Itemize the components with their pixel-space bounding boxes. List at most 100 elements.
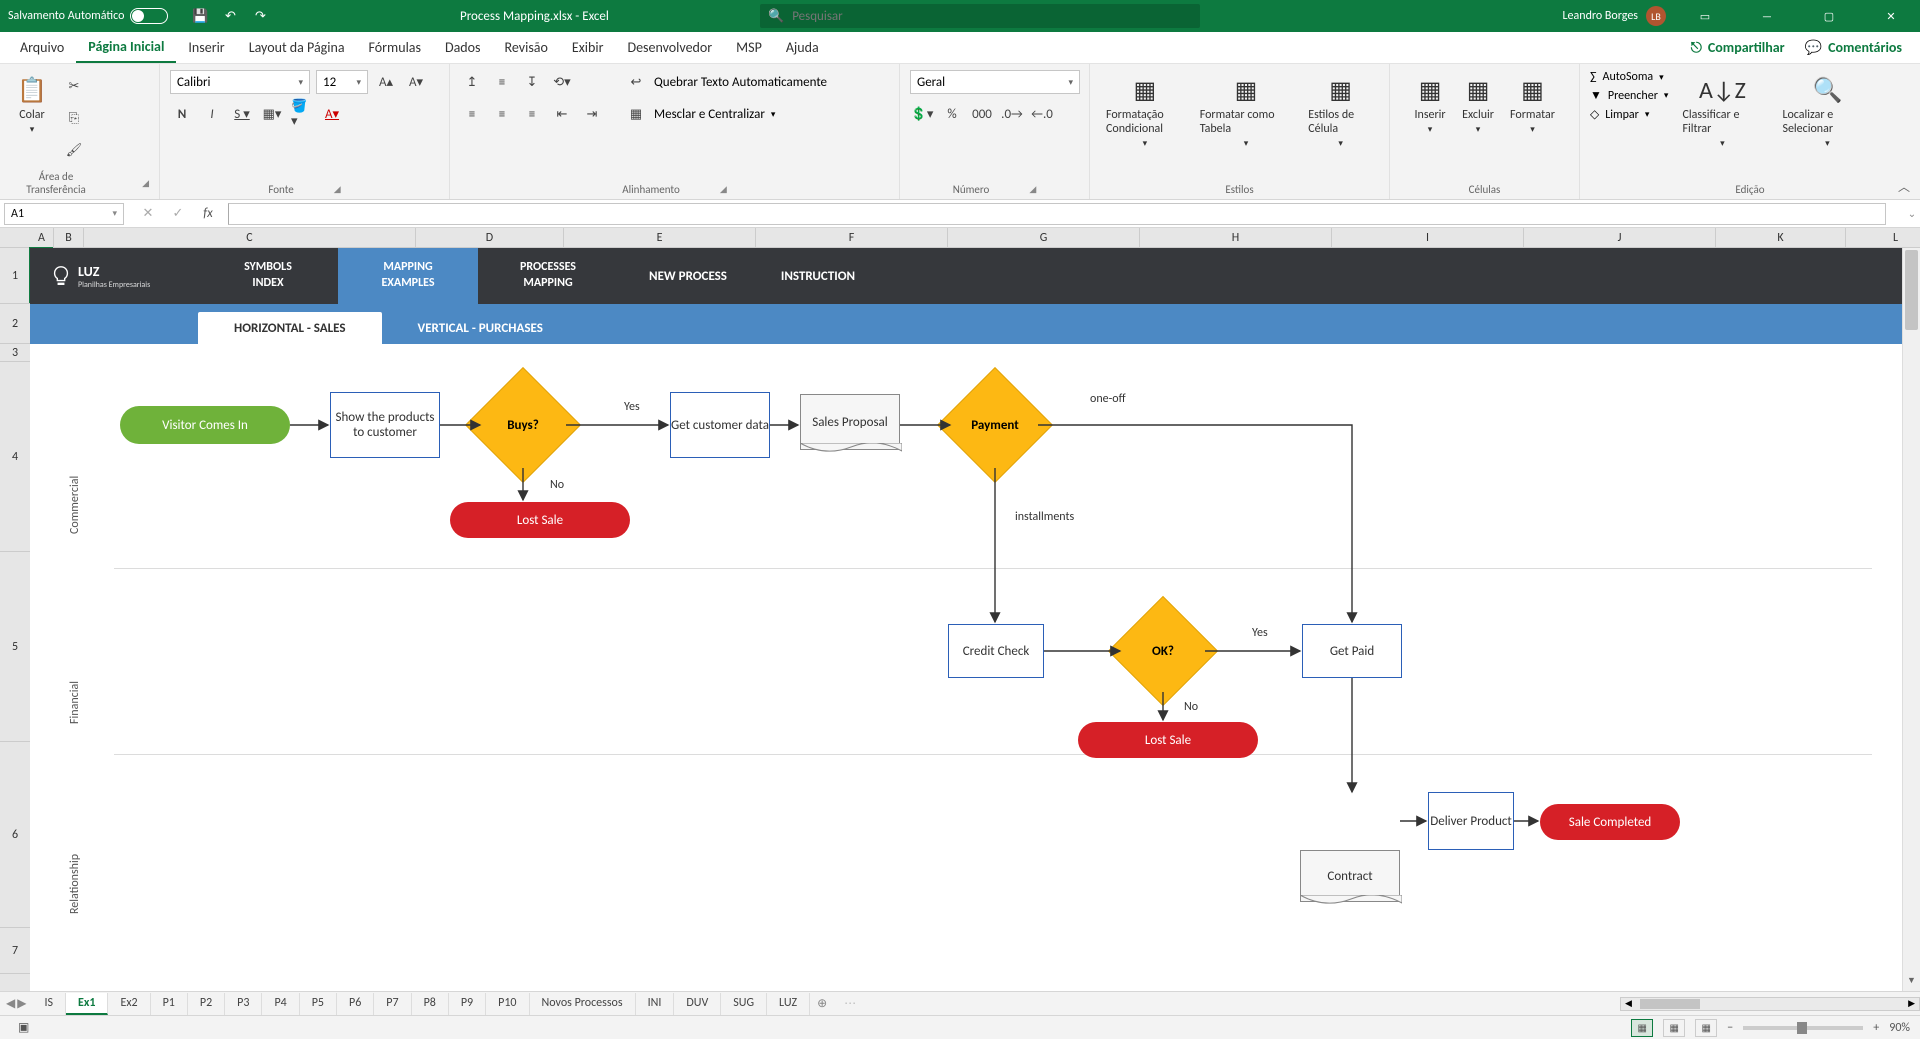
col-header-F[interactable]: F bbox=[756, 228, 948, 247]
dialog-launcher-icon[interactable]: ◢ bbox=[142, 178, 149, 189]
expand-formula-bar-icon[interactable]: ⌄ bbox=[1904, 207, 1920, 220]
italic-button[interactable]: I bbox=[200, 102, 224, 126]
nav-symbols-index[interactable]: SYMBOLSINDEX bbox=[198, 248, 338, 304]
tab-arquivo[interactable]: Arquivo bbox=[8, 33, 76, 62]
zoom-in-button[interactable]: + bbox=[1873, 1021, 1879, 1035]
fill-button[interactable]: ▼Preencher ▾ bbox=[1590, 88, 1668, 103]
sheet-tab-P5[interactable]: P5 bbox=[300, 993, 337, 1015]
increase-font-icon[interactable]: A▴ bbox=[374, 70, 398, 94]
enter-formula-icon[interactable]: ✓ bbox=[166, 202, 190, 226]
autosum-button[interactable]: ∑AutoSoma ▾ bbox=[1590, 70, 1668, 84]
undo-icon[interactable]: ↶ bbox=[222, 8, 238, 24]
nav-processes-mapping[interactable]: PROCESSESMAPPING bbox=[478, 248, 618, 304]
col-header-H[interactable]: H bbox=[1140, 228, 1332, 247]
col-header-C[interactable]: C bbox=[84, 228, 416, 247]
name-box[interactable]: A1▾ bbox=[4, 203, 124, 225]
sheet-tab-P1[interactable]: P1 bbox=[151, 993, 188, 1015]
font-color-button[interactable]: A▾ bbox=[320, 102, 344, 126]
find-select-button[interactable]: 🔍Localizar e Selecionar▾ bbox=[1776, 70, 1878, 153]
row-header-1[interactable]: 1 bbox=[0, 248, 30, 304]
col-header-A[interactable]: A bbox=[30, 228, 54, 247]
cell-styles-button[interactable]: ▦Estilos de Célula▾ bbox=[1302, 70, 1379, 153]
dialog-launcher-icon[interactable]: ◢ bbox=[1029, 184, 1036, 195]
user-account[interactable]: Leandro Borges LB bbox=[1563, 6, 1667, 26]
align-left-icon[interactable]: ≡ bbox=[460, 102, 484, 126]
conditional-formatting-button[interactable]: ▦Formatação Condicional▾ bbox=[1100, 70, 1190, 153]
scroll-right-icon[interactable]: ▶ bbox=[1904, 998, 1919, 1009]
row-header-3[interactable]: 3 bbox=[0, 344, 30, 362]
sheet-tab-P10[interactable]: P10 bbox=[486, 993, 529, 1015]
record-macro-icon[interactable]: ▣ bbox=[18, 1020, 29, 1035]
col-header-J[interactable]: J bbox=[1524, 228, 1716, 247]
add-sheet-button[interactable]: ⊕ bbox=[810, 996, 834, 1011]
column-headers[interactable]: ABCDEFGHIJKL bbox=[0, 228, 1920, 248]
cut-icon[interactable]: ✂ bbox=[62, 74, 86, 98]
shape-payment-decision[interactable]: Payment bbox=[954, 384, 1036, 466]
shape-lost-sale-2[interactable]: Lost Sale bbox=[1078, 722, 1258, 758]
number-format-combo[interactable]: Geral▾ bbox=[910, 70, 1080, 94]
underline-button[interactable]: S ▾ bbox=[230, 102, 254, 126]
delete-cells-button[interactable]: ▦Excluir▾ bbox=[1456, 70, 1500, 139]
borders-button[interactable]: ▦▾ bbox=[260, 102, 284, 126]
nav-new-process[interactable]: NEW PROCESS bbox=[618, 248, 758, 304]
sheet-tab-SUG[interactable]: SUG bbox=[721, 993, 767, 1015]
vertical-scrollbar[interactable]: ▲ ▼ bbox=[1902, 248, 1920, 991]
row-header-7[interactable]: 7 bbox=[0, 928, 30, 974]
sheet-nav-next-icon[interactable]: ▶ bbox=[17, 996, 26, 1011]
shape-contract[interactable]: Contract bbox=[1300, 850, 1400, 902]
shape-sales-proposal[interactable]: Sales Proposal bbox=[800, 394, 900, 450]
search-input[interactable] bbox=[792, 9, 1192, 24]
shape-credit-check[interactable]: Credit Check bbox=[948, 624, 1044, 678]
zoom-slider[interactable] bbox=[1743, 1026, 1863, 1030]
bold-button[interactable]: N bbox=[170, 102, 194, 126]
format-as-table-button[interactable]: ▦Formatar como Tabela▾ bbox=[1194, 70, 1299, 153]
hscroll-thumb[interactable] bbox=[1640, 999, 1700, 1009]
format-painter-icon[interactable]: 🖌 bbox=[62, 138, 86, 162]
row-header-5[interactable]: 5 bbox=[0, 552, 30, 742]
nav-instruction[interactable]: INSTRUCTION bbox=[758, 248, 878, 304]
tab-desenvolvedor[interactable]: Desenvolvedor bbox=[615, 33, 724, 62]
sheet-tab-P3[interactable]: P3 bbox=[225, 993, 262, 1015]
dialog-launcher-icon[interactable]: ◢ bbox=[334, 184, 341, 195]
shape-show-products[interactable]: Show the products to customer bbox=[330, 392, 440, 458]
shape-buys-decision[interactable]: Buys? bbox=[482, 384, 564, 466]
tab-pagina-inicial[interactable]: Página Inicial bbox=[76, 32, 176, 63]
percent-format-icon[interactable]: % bbox=[940, 102, 964, 126]
col-header-B[interactable]: B bbox=[54, 228, 84, 247]
sheet-nav-prev-icon[interactable]: ◀ bbox=[6, 996, 15, 1011]
sheet-more-icon[interactable]: ⋯ bbox=[844, 996, 856, 1011]
shape-ok-decision[interactable]: OK? bbox=[1124, 612, 1202, 690]
tab-msp[interactable]: MSP bbox=[724, 33, 774, 62]
normal-view-button[interactable]: ▦ bbox=[1631, 1019, 1653, 1037]
dialog-launcher-icon[interactable]: ◢ bbox=[720, 184, 727, 195]
close-icon[interactable]: ✕ bbox=[1868, 0, 1914, 32]
sheet-tab-INI[interactable]: INI bbox=[636, 993, 675, 1015]
shape-sale-completed[interactable]: Sale Completed bbox=[1540, 804, 1680, 840]
scroll-left-icon[interactable]: ◀ bbox=[1621, 998, 1636, 1009]
share-button[interactable]: ⎋Compartilhar bbox=[1681, 35, 1795, 60]
sheet-tab-DUV[interactable]: DUV bbox=[674, 993, 721, 1015]
align-top-icon[interactable]: ↥ bbox=[460, 70, 484, 94]
sheet-tab-Ex1[interactable]: Ex1 bbox=[66, 993, 108, 1015]
accounting-format-icon[interactable]: 💲▾ bbox=[910, 102, 934, 126]
insert-cells-button[interactable]: ▦Inserir▾ bbox=[1408, 70, 1452, 139]
zoom-out-button[interactable]: − bbox=[1727, 1021, 1733, 1035]
comma-format-icon[interactable]: 000 bbox=[970, 102, 994, 126]
cancel-formula-icon[interactable]: ✕ bbox=[136, 202, 160, 226]
tab-layout[interactable]: Layout da Página bbox=[237, 33, 357, 62]
tab-dados[interactable]: Dados bbox=[433, 33, 493, 62]
row-header-2[interactable]: 2 bbox=[0, 304, 30, 344]
shape-visitor-comes-in[interactable]: Visitor Comes In bbox=[120, 406, 290, 444]
subtab-vertical-purchases[interactable]: VERTICAL - PURCHASES bbox=[382, 312, 579, 344]
scroll-down-icon[interactable]: ▼ bbox=[1903, 975, 1920, 991]
tab-ajuda[interactable]: Ajuda bbox=[774, 33, 831, 62]
minimize-icon[interactable]: — bbox=[1744, 0, 1790, 32]
sheet-tab-P6[interactable]: P6 bbox=[337, 993, 374, 1015]
maximize-icon[interactable]: ▢ bbox=[1806, 0, 1852, 32]
sheet-tab-IS[interactable]: IS bbox=[32, 993, 66, 1015]
formula-input[interactable] bbox=[228, 203, 1886, 225]
sheet-tab-Novos Processos[interactable]: Novos Processos bbox=[530, 993, 636, 1015]
row-header-4[interactable]: 4 bbox=[0, 362, 30, 552]
align-right-icon[interactable]: ≡ bbox=[520, 102, 544, 126]
sheet-tab-Ex2[interactable]: Ex2 bbox=[108, 993, 150, 1015]
